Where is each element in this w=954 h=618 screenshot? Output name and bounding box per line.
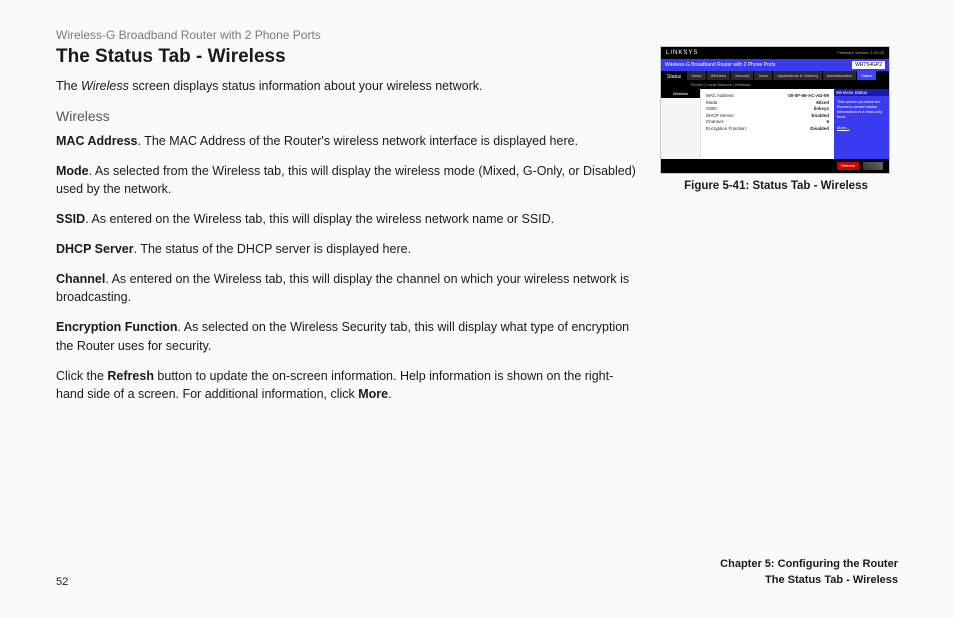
thumb-row: Mode: Mixed (706, 100, 829, 105)
product-header: Wireless-G Broadband Router with 2 Phone… (56, 28, 898, 42)
thumb-val: Mixed (816, 100, 829, 105)
thumb-row: Channel: 6 (706, 119, 829, 124)
thumb-status-label: Status (661, 71, 687, 89)
closing-text: Click the (56, 369, 107, 383)
thumb-fw-version: Firmware Version: 1.00.00 (837, 50, 884, 56)
thumb-refresh-button: Refresh (837, 162, 859, 170)
thumb-tab: Security (731, 71, 754, 80)
intro-prefix: The (56, 79, 81, 93)
thumb-row: DHCP Server: Enabled (706, 113, 829, 118)
def-item: Channel. As entered on the Wireless tab,… (56, 270, 636, 306)
thumb-val: Disabled (810, 126, 829, 131)
def-text: . As entered on the Wireless tab, this w… (56, 272, 629, 304)
thumb-key: Channel: (706, 119, 724, 124)
thumb-side-nav: Wireless (661, 89, 701, 159)
figure-caption: Figure 5-41: Status Tab - Wireless (660, 180, 892, 192)
footer-section: The Status Tab - Wireless (720, 573, 898, 588)
thumb-brand-bar: LINKSYS Firmware Version: 1.00.00 (661, 47, 889, 59)
def-term: Mode (56, 164, 89, 178)
thumb-val: linksys (814, 106, 829, 111)
def-text: . The status of the DHCP server is displ… (134, 242, 411, 256)
thumb-key: DHCP Server: (706, 113, 734, 118)
thumb-tab: Voice (754, 71, 773, 80)
thumb-row: SSID: linksys (706, 106, 829, 111)
thumb-side-head: Wireless (661, 89, 700, 98)
def-item: Mode. As selected from the Wireless tab,… (56, 162, 636, 198)
def-item: Encryption Function. As selected on the … (56, 318, 636, 354)
thumb-key: Mode: (706, 100, 719, 105)
thumb-row: MAC Address: 00-0F-66-AC-AD-99 (706, 93, 829, 98)
def-term: MAC Address (56, 134, 138, 148)
thumb-val: 00-0F-66-AC-AD-99 (788, 93, 829, 98)
figure-thumbnail: LINKSYS Firmware Version: 1.00.00 Wirele… (660, 46, 890, 174)
thumb-help-line: information in a read-only form. (837, 109, 886, 119)
intro-suffix: screen displays status information about… (129, 79, 483, 93)
cisco-logo-icon (863, 162, 883, 170)
thumb-footer: Refresh (661, 159, 889, 173)
closing-bold-more: More (358, 387, 388, 401)
thumb-model-badge: WRT54GP2 (852, 61, 885, 69)
definition-list: MAC Address. The MAC Address of the Rout… (56, 132, 636, 355)
thumb-main-tabs: Setup Wireless Security Voice Applicatio… (687, 71, 889, 80)
page-title: The Status Tab - Wireless (56, 46, 636, 68)
def-text: . As selected from the Wireless tab, thi… (56, 164, 636, 196)
thumb-tab: Applications & Gaming (773, 71, 822, 80)
def-item: MAC Address. The MAC Address of the Rout… (56, 132, 636, 150)
closing-paragraph: Click the Refresh button to update the o… (56, 367, 636, 403)
thumb-val: 6 (826, 119, 829, 124)
page-footer: 52 Chapter 5: Configuring the Router The… (56, 557, 898, 588)
thumb-row: Encryption Function: Disabled (706, 126, 829, 131)
def-term: Encryption Function (56, 320, 178, 334)
thumb-bar-title: Wireless-G Broadband Router with 2 Phone… (665, 62, 775, 68)
closing-bold-refresh: Refresh (107, 369, 154, 383)
page-number: 52 (56, 576, 68, 588)
thumb-tab: Wireless (707, 71, 731, 80)
thumb-tab-active: Status (857, 71, 877, 80)
content-column: The Status Tab - Wireless The Wireless s… (56, 46, 636, 415)
thumb-help-head: Wireless Status (834, 89, 889, 96)
thumb-subtabs: Router | Local Network | Wireless (687, 80, 889, 89)
intro-paragraph: The Wireless screen displays status info… (56, 78, 636, 96)
def-text: . The MAC Address of the Router's wirele… (138, 134, 579, 148)
thumb-brand: LINKSYS (666, 50, 698, 56)
def-text: . As entered on the Wireless tab, this w… (85, 212, 554, 226)
thumb-tab: Administration (823, 71, 857, 80)
intro-italic: Wireless (81, 79, 129, 93)
def-term: SSID (56, 212, 85, 226)
thumb-title-bar: Wireless-G Broadband Router with 2 Phone… (661, 59, 889, 71)
thumb-tab: Setup (687, 71, 706, 80)
closing-text: . (388, 387, 391, 401)
thumb-key: MAC Address: (706, 93, 735, 98)
def-term: DHCP Server (56, 242, 134, 256)
thumb-more-link: More... (837, 125, 886, 130)
thumb-key: SSID: (706, 106, 718, 111)
def-item: SSID. As entered on the Wireless tab, th… (56, 210, 636, 228)
thumb-val: Enabled (811, 113, 829, 118)
section-subhead: Wireless (56, 108, 636, 124)
def-term: Channel (56, 272, 105, 286)
def-item: DHCP Server. The status of the DHCP serv… (56, 240, 636, 258)
figure-column: LINKSYS Firmware Version: 1.00.00 Wirele… (660, 46, 898, 415)
thumb-key: Encryption Function: (706, 126, 747, 131)
thumb-help-panel: Wireless Status This screen provides the… (834, 89, 889, 159)
thumb-status-table: MAC Address: 00-0F-66-AC-AD-99 Mode: Mixed… (701, 89, 834, 159)
footer-chapter: Chapter 5: Configuring the Router (720, 557, 898, 572)
